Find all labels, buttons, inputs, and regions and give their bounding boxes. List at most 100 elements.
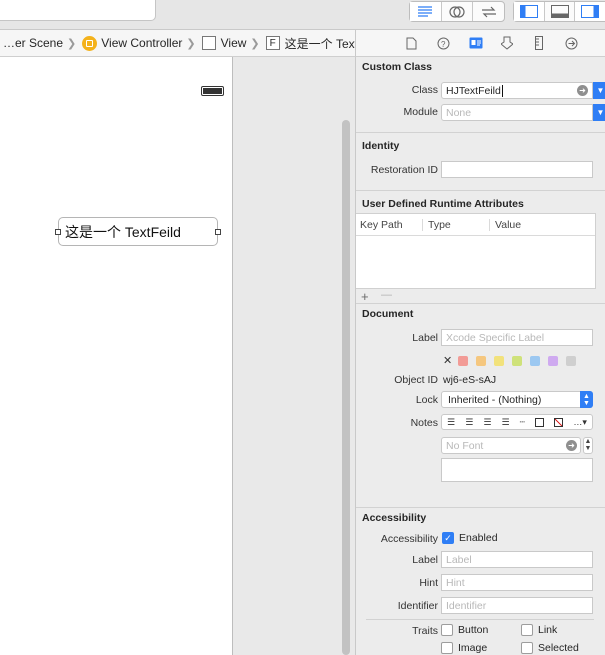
textfield-element[interactable]: 这是一个 TextFeild [55, 217, 221, 246]
color-swatch-purple[interactable] [548, 355, 559, 366]
attributes-inspector-tab[interactable] [500, 36, 514, 50]
scene-view[interactable]: 这是一个 TextFeild [0, 57, 233, 655]
breadcrumb-textfield[interactable]: F 这是一个 TextFeild [265, 35, 355, 52]
label-color-swatches: ✕ [443, 354, 584, 367]
color-swatch-red[interactable] [458, 355, 469, 366]
object-id-label: Object ID [394, 374, 438, 386]
section-title-udra: User Defined Runtime Attributes [362, 198, 524, 210]
trait-selected-checkbox[interactable]: Selected [521, 642, 579, 654]
udra-header: Key Path Type Value [356, 214, 595, 236]
doc-label-field[interactable]: Xcode Specific Label [441, 329, 593, 346]
section-title-custom-class: Custom Class [362, 61, 433, 73]
accessibility-label: Accessibility [380, 533, 438, 545]
toggle-navigator-button[interactable] [514, 2, 545, 21]
accessibility-enabled-checkbox[interactable]: ✓ Enabled [442, 532, 498, 544]
restoration-id-label: Restoration ID [370, 164, 438, 176]
align-justify-icon[interactable]: ☰ [502, 417, 510, 428]
section-title-accessibility: Accessibility [362, 512, 427, 524]
go-arrow-icon[interactable]: ➜ [577, 85, 588, 96]
ax-label-field[interactable]: Label [441, 551, 593, 568]
breadcrumb-label: …er Scene [3, 36, 64, 50]
remove-attribute-button[interactable]: — [381, 289, 392, 301]
attributes-shield-icon [501, 36, 514, 50]
breadcrumb-label: View [220, 36, 247, 50]
font-placeholder: No Font [446, 439, 484, 452]
lock-dropdown-button[interactable]: ▲ ▼ [580, 391, 593, 408]
file-inspector-tab[interactable] [405, 36, 419, 50]
align-left-icon[interactable]: ☰ [447, 417, 455, 428]
text-cursor [501, 84, 503, 97]
identifier-label: Identifier [397, 600, 438, 612]
canvas-scrollbar[interactable] [342, 120, 350, 655]
checkbox-icon [441, 642, 453, 654]
chevron-down-icon: ▼ [596, 108, 605, 117]
identity-inspector-tab[interactable] [469, 36, 483, 50]
editor-mode-segment [409, 1, 505, 22]
checkmark-icon: ✓ [442, 532, 454, 544]
red-strike-box-icon[interactable] [554, 417, 564, 427]
hint-placeholder: Hint [446, 576, 465, 589]
align-right-icon[interactable]: ☰ [483, 417, 491, 428]
checkbox-icon [521, 642, 533, 654]
identifier-field[interactable]: Identifier [441, 597, 593, 614]
module-combobox[interactable]: None ▼ [441, 104, 605, 121]
section-divider [366, 619, 594, 620]
section-divider [356, 190, 605, 191]
restoration-id-field[interactable] [441, 161, 593, 178]
trait-button-checkbox[interactable]: Button [441, 624, 488, 636]
connections-inspector-tab[interactable] [564, 36, 578, 50]
trait-label: Button [458, 624, 489, 636]
breadcrumb-view-controller[interactable]: View Controller [82, 35, 182, 51]
column-header-key-path[interactable]: Key Path [356, 218, 423, 231]
size-inspector-tab[interactable] [532, 36, 546, 50]
notes-textarea[interactable] [441, 458, 593, 482]
version-editor-button[interactable] [473, 2, 504, 21]
lock-popup[interactable]: Inherited - (Nothing) ▲ ▼ [441, 391, 593, 408]
color-swatch-yellow[interactable] [494, 355, 505, 366]
module-dropdown-button[interactable]: ▼ [593, 104, 605, 121]
checkbox-icon [441, 624, 453, 636]
column-header-type[interactable]: Type [423, 218, 490, 231]
identity-inspector: Custom Class Class HJTextFeild ➜ ▼ Modul… [355, 57, 605, 655]
color-swatch-green[interactable] [512, 355, 523, 366]
enabled-label: Enabled [459, 532, 498, 544]
standard-editor-icon [418, 5, 433, 17]
align-center-icon[interactable]: ☰ [465, 417, 473, 428]
trait-image-checkbox[interactable]: Image [441, 642, 487, 654]
lock-value: Inherited - (Nothing) [448, 393, 542, 406]
class-combobox[interactable]: HJTextFeild ➜ ▼ [441, 82, 605, 99]
color-swatch-gray[interactable] [566, 355, 577, 366]
inspector-tab-bar: ? [355, 30, 605, 57]
help-icon: ? [437, 37, 450, 49]
go-arrow-icon[interactable]: ➜ [566, 440, 577, 451]
toolbar-search-field[interactable] [0, 0, 156, 21]
more-options-icon[interactable]: …▾ [573, 417, 587, 428]
strike-box-icon[interactable] [535, 417, 545, 427]
resize-handle-right[interactable] [215, 229, 221, 235]
module-label: Module [403, 106, 438, 118]
assistant-editor-button[interactable] [442, 2, 474, 21]
breadcrumb-scene[interactable]: …er Scene [3, 36, 63, 50]
color-swatch-orange[interactable] [476, 355, 487, 366]
font-stepper[interactable]: ▲ ▼ [583, 437, 593, 454]
quick-help-tab[interactable]: ? [437, 36, 451, 50]
trait-link-checkbox[interactable]: Link [521, 624, 557, 636]
dashed-line-icon[interactable]: ┄ [520, 417, 525, 428]
hint-field[interactable]: Hint [441, 574, 593, 591]
standard-editor-button[interactable] [410, 2, 442, 21]
font-field[interactable]: No Font ➜ [441, 437, 581, 454]
toggle-debug-area-button[interactable] [545, 2, 576, 21]
textfield-text: 这是一个 TextFeild [65, 223, 181, 240]
udra-table[interactable]: Key Path Type Value [356, 213, 596, 289]
column-header-value[interactable]: Value [490, 219, 521, 231]
resize-handle-left[interactable] [55, 229, 61, 235]
breadcrumb-view[interactable]: View [201, 36, 247, 50]
toggle-utilities-button[interactable] [575, 2, 605, 21]
view-controller-icon [82, 35, 98, 51]
add-attribute-button[interactable]: + [361, 289, 369, 304]
clear-color-icon[interactable]: ✕ [443, 354, 452, 367]
file-icon [406, 37, 417, 49]
trait-label: Link [538, 624, 558, 636]
color-swatch-blue[interactable] [530, 355, 541, 366]
class-dropdown-button[interactable]: ▼ [593, 82, 605, 99]
